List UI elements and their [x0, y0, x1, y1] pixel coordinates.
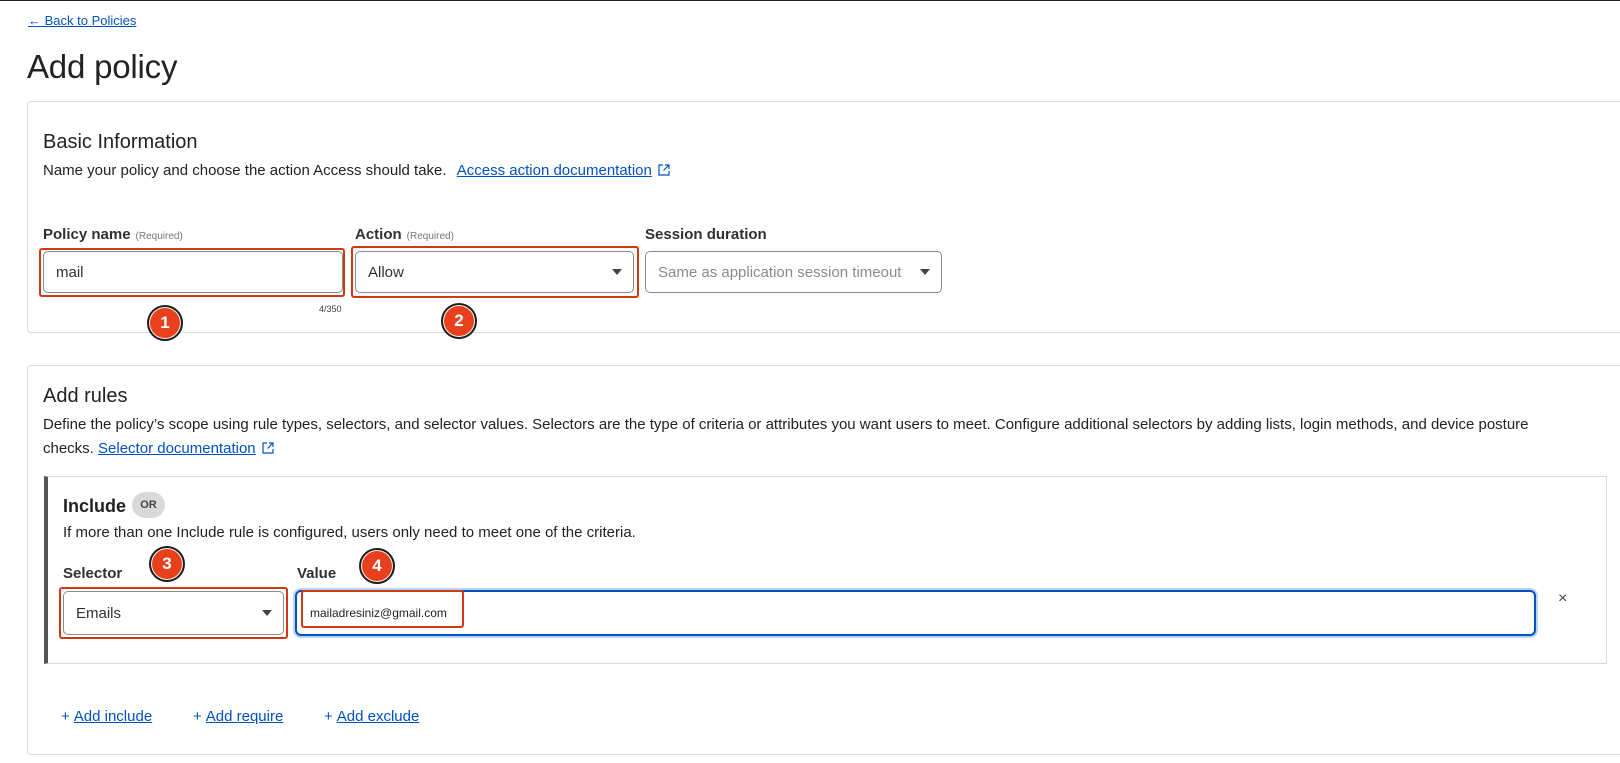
- plus-icon: +: [324, 708, 333, 725]
- selector-label: Selector: [63, 565, 123, 582]
- action-label-text: Action: [355, 226, 402, 243]
- policy-name-label-text: Policy name: [43, 226, 131, 243]
- add-require-link[interactable]: Add require: [206, 708, 284, 725]
- add-include-action[interactable]: + Add include: [61, 708, 152, 725]
- annotation-badge-3: 3: [149, 546, 185, 582]
- add-include-link[interactable]: Add include: [74, 708, 152, 725]
- session-duration-select[interactable]: Same as application session timeout: [645, 251, 942, 293]
- session-duration-placeholder: Same as application session timeout: [658, 263, 902, 281]
- annotation-badge-2: 2: [441, 303, 477, 339]
- plus-icon: +: [61, 708, 70, 725]
- policy-name-value: mail: [56, 263, 84, 281]
- chevron-down-icon: [612, 269, 622, 275]
- access-action-documentation-link[interactable]: Access action documentation: [457, 162, 670, 179]
- value-input[interactable]: [295, 590, 1536, 636]
- selector-select[interactable]: Emails: [63, 591, 284, 635]
- policy-name-input[interactable]: mail: [43, 251, 343, 293]
- value-label: Value: [297, 565, 337, 582]
- action-select[interactable]: Allow: [355, 251, 634, 293]
- add-require-action[interactable]: + Add require: [193, 708, 283, 725]
- annotation-badge-4: 4: [359, 548, 395, 584]
- basic-information-title: Basic Information: [43, 131, 198, 153]
- annotation-badge-1: 1: [147, 305, 183, 341]
- add-rules-title: Add rules: [43, 385, 128, 407]
- policy-name-label: Policy name (Required): [43, 226, 183, 243]
- external-link-icon: [658, 164, 670, 176]
- chevron-down-icon: [262, 610, 272, 616]
- policy-name-required: (Required): [135, 231, 183, 242]
- include-description: If more than one Include rule is configu…: [63, 524, 636, 541]
- basic-information-description: Name your policy and choose the action A…: [43, 159, 670, 183]
- session-duration-label: Session duration: [645, 226, 767, 243]
- action-value: Allow: [368, 263, 404, 281]
- basic-information-description-text: Name your policy and choose the action A…: [43, 162, 447, 179]
- selector-value: Emails: [76, 604, 122, 622]
- remove-rule-close-icon[interactable]: ×: [1558, 590, 1567, 608]
- or-badge: OR: [132, 492, 165, 518]
- add-rules-description: Define the policy’s scope using rule typ…: [43, 413, 1583, 461]
- selector-documentation-link-text: Selector documentation: [98, 440, 256, 457]
- basic-information-card: [27, 101, 1620, 333]
- chevron-down-icon: [920, 269, 930, 275]
- external-link-icon: [262, 442, 274, 454]
- action-required: (Required): [406, 231, 454, 242]
- include-title: Include: [63, 496, 127, 516]
- value-input-text: mailadresiniz@gmail.com: [310, 606, 447, 620]
- selector-documentation-link[interactable]: Selector documentation: [98, 440, 274, 457]
- access-action-documentation-link-text: Access action documentation: [456, 162, 652, 179]
- action-label: Action (Required): [355, 226, 454, 243]
- page-title: Add policy: [27, 48, 178, 85]
- top-border: [0, 0, 1620, 1]
- plus-icon: +: [193, 708, 202, 725]
- add-exclude-link[interactable]: Add exclude: [337, 708, 420, 725]
- back-to-policies-link[interactable]: ← Back to Policies: [28, 13, 136, 28]
- policy-name-char-counter: 4/350: [319, 304, 342, 314]
- add-exclude-action[interactable]: + Add exclude: [324, 708, 419, 725]
